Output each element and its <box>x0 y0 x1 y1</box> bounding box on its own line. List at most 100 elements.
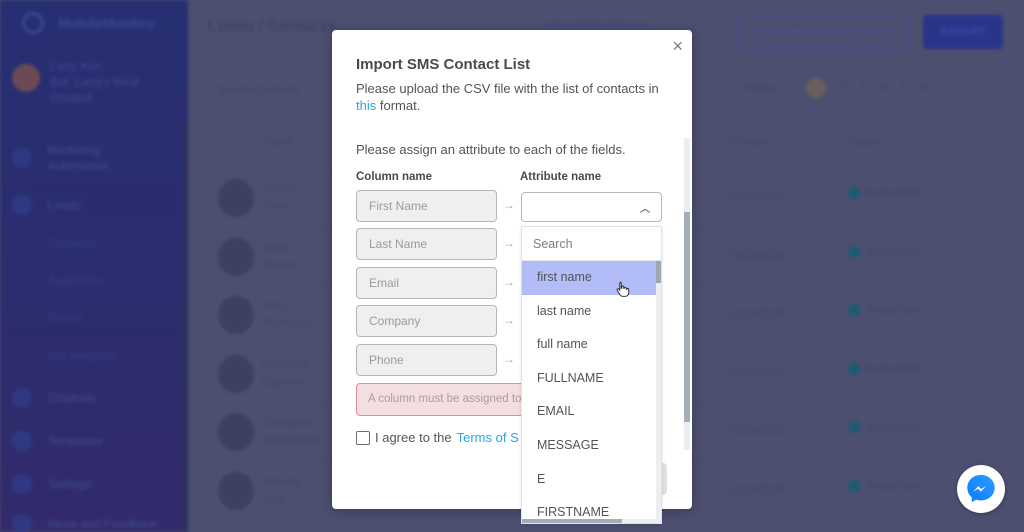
created-date: 02/25/2020 <box>730 249 786 262</box>
sidebar-item-audiences[interactable]: Audiences <box>48 274 104 288</box>
created-date: 02/24/2020 <box>730 308 786 320</box>
sidebar-item-label: Marketing Automation <box>48 143 109 173</box>
dropdown-option[interactable]: last name <box>522 295 658 329</box>
arrow-right-icon: → <box>503 313 515 327</box>
people-icon <box>12 195 32 215</box>
search-contacts-input[interactable]: Search Contacts <box>218 84 338 98</box>
dropdown-hscrollbar-thumb[interactable] <box>522 519 622 523</box>
format-link[interactable]: this <box>356 98 376 113</box>
contact-name[interactable]: Amelie Tuner <box>262 181 322 215</box>
monkey-logo-icon <box>22 12 44 34</box>
sidebar-item-chatbots[interactable]: Chatbots <box>12 388 96 408</box>
dropdown-search-input[interactable]: Search <box>522 227 661 261</box>
intro-text: Please upload the CSV file with the list… <box>356 81 659 96</box>
status-dot-icon <box>848 245 860 258</box>
column-field-email: Email <box>356 267 497 299</box>
modal-scrollbar-thumb[interactable] <box>684 212 690 422</box>
sidebar-item-label: Bot Analytics <box>48 349 117 363</box>
column-header-status[interactable]: Status <box>848 136 879 148</box>
status-badge: Subscribed <box>848 421 921 433</box>
prev-page-icon[interactable]: ‹ <box>788 82 792 94</box>
more-options-icon[interactable]: ⋮ <box>975 191 987 205</box>
attributes-and-tags-button[interactable]: ATTRIBUTES AND TAGS <box>737 15 909 49</box>
more-options-icon[interactable]: ⋮ <box>975 367 987 381</box>
sidebar-item-ideas-feedback[interactable]: Ideas and Feedback <box>12 514 157 532</box>
status-dot-icon <box>848 479 860 492</box>
user-profile[interactable]: Larry Kim Bot: Larry's Real Chatbot <box>12 58 160 106</box>
page-title: Leads / Contacts <box>208 18 337 35</box>
user-name: Larry Kim <box>50 59 102 73</box>
dropdown-scrollbar-thumb[interactable] <box>656 261 661 283</box>
sidebar-item-contacts[interactable]: Contacts <box>48 236 95 250</box>
messenger-chat-button[interactable] <box>957 465 1005 513</box>
dropdown-option[interactable]: full name <box>522 328 658 362</box>
page-4[interactable]: 4 <box>880 82 886 94</box>
contact-name[interactable]: Melanie Jolly <box>262 474 322 508</box>
brand-name: MobileMonkey <box>58 15 155 31</box>
attribute-select-first-name[interactable]: ︿ <box>521 192 662 222</box>
sidebar-item-label: Leads <box>48 198 81 212</box>
status-label: Subscribed <box>866 421 922 433</box>
divider <box>12 117 172 118</box>
contact-name[interactable]: Andy Thomas Jr. <box>262 298 322 332</box>
more-options-icon[interactable]: ⋮ <box>975 425 987 439</box>
created-date: 02/24/2020 <box>730 425 786 437</box>
status-label: Subscribed <box>866 479 922 492</box>
column-name-header: Column name <box>356 171 433 183</box>
sidebar-item-label: Forms <box>48 311 82 325</box>
column-field-first-name: First Name <box>356 190 497 222</box>
page-6[interactable]: 6 <box>920 82 926 94</box>
sidebar-item-templates[interactable]: Templates <box>12 431 103 451</box>
pagination: Pages ‹ 2 3 4 5 6 7 › <box>743 78 964 98</box>
terms-link[interactable]: Terms of S <box>457 430 519 445</box>
export-button[interactable]: EXPORT <box>923 15 1003 49</box>
status-dot-icon <box>848 362 860 375</box>
more-options-icon[interactable]: ⋮ <box>975 308 987 322</box>
arrow-right-icon: → <box>503 236 515 250</box>
error-message: A column must be assigned to <box>356 383 536 416</box>
page-3[interactable]: 3 <box>860 82 866 94</box>
sidebar-item-leads[interactable]: Leads <box>12 195 81 215</box>
dropdown-option[interactable]: MESSAGE <box>522 429 658 463</box>
page-2[interactable]: 2 <box>840 82 846 94</box>
page-1[interactable] <box>805 78 826 98</box>
dropdown-option[interactable]: first name <box>522 261 658 295</box>
page-7[interactable]: 7 <box>941 82 947 94</box>
dropdown-option[interactable]: EMAIL <box>522 395 658 429</box>
assign-instruction: Please assign an attribute to each of th… <box>356 142 626 157</box>
sidebar-item-marketing-automation[interactable]: Marketing Automation <box>12 142 138 174</box>
sidebar-item-forms[interactable]: Forms <box>48 311 82 325</box>
status-badge: Subscribed <box>848 187 921 199</box>
sidebar-item-label: Templates <box>48 434 103 448</box>
dropdown-option[interactable]: E <box>522 463 658 497</box>
sidebar-item-label: Settings <box>48 477 92 491</box>
sidebar-item-bot-analytics[interactable]: Bot Analytics <box>48 349 117 363</box>
avatar <box>218 471 254 510</box>
more-options-icon[interactable]: ⋮ <box>975 250 987 264</box>
column-header-created[interactable]: Created <box>730 136 769 148</box>
contact-name[interactable]: Steve Dorsey <box>262 240 322 274</box>
dropdown-scrollbar[interactable] <box>656 261 661 523</box>
contact-name[interactable]: Mary Ann Egleston <box>262 357 322 391</box>
contact-name[interactable]: Changhai Wonsowsky <box>262 415 322 449</box>
modal-intro: Please upload the CSV file with the list… <box>356 80 666 114</box>
brand[interactable]: MobileMonkey <box>22 12 154 34</box>
avatar <box>218 237 254 276</box>
column-header-name[interactable]: Name <box>264 136 293 148</box>
terms-checkbox[interactable] <box>356 430 370 445</box>
hand-pointer-cursor-icon <box>616 281 630 297</box>
status-label: Subscribed <box>866 362 922 375</box>
next-page-icon[interactable]: › <box>961 82 965 94</box>
messenger-icon <box>967 474 995 503</box>
sidebar-item-settings[interactable]: Settings <box>12 474 91 494</box>
intro-text-end: format. <box>376 98 421 113</box>
dropdown-option[interactable]: FULLNAME <box>522 362 658 396</box>
column-field-phone: Phone <box>356 344 497 376</box>
page-5[interactable]: 5 <box>900 82 906 94</box>
dropdown-hscrollbar[interactable] <box>522 519 658 523</box>
status-badge: Subscribed <box>848 304 921 316</box>
user-bot: Bot: Larry's Real Chatbot <box>50 75 139 105</box>
status-label: Subscribed <box>866 245 922 258</box>
pager-label: Pages <box>743 82 775 94</box>
close-icon[interactable]: × <box>672 36 683 56</box>
